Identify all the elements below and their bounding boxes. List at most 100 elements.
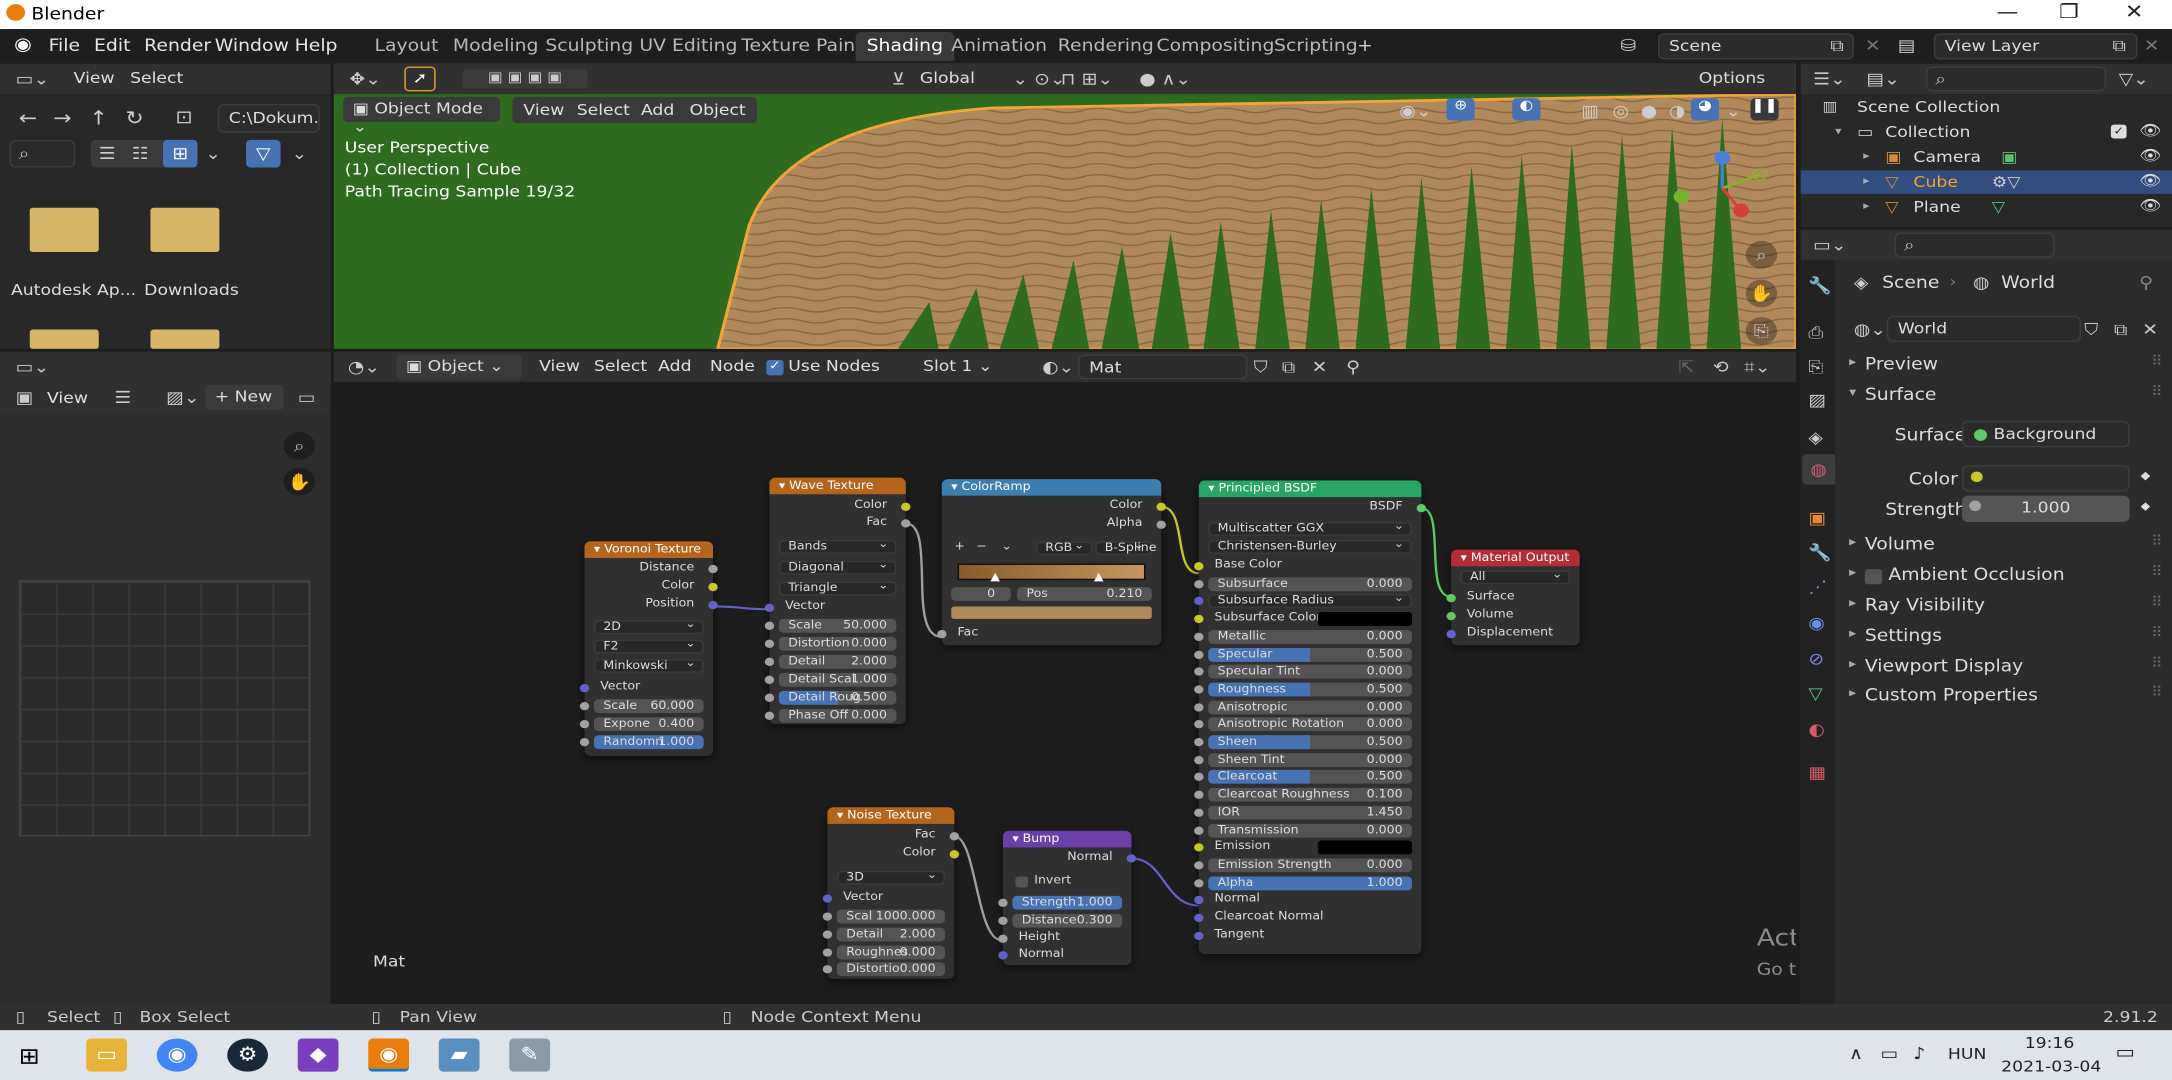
- input-socket[interactable]: [998, 951, 1008, 960]
- output-socket[interactable]: [708, 582, 718, 592]
- folder-icon[interactable]: [150, 207, 220, 252]
- wireframe-shading-icon[interactable]: ◎: [1613, 102, 1629, 119]
- delete-view-layer-icon[interactable]: ✕: [2144, 37, 2160, 54]
- refresh-icon[interactable]: ↻: [125, 109, 143, 128]
- feature-dropdown[interactable]: F2: [593, 638, 704, 654]
- filter-icon[interactable]: ▽: [246, 139, 281, 168]
- pin-icon[interactable]: ⚲: [1346, 359, 1360, 376]
- input-socket[interactable]: [1446, 593, 1456, 603]
- unlink-material-icon[interactable]: ✕: [1312, 359, 1328, 376]
- view-layer-icon[interactable]: ▤: [1898, 37, 1916, 54]
- metric-dropdown[interactable]: Minkowski: [593, 658, 704, 673]
- input-socket[interactable]: [1194, 896, 1204, 905]
- viewport-pan-icon[interactable]: ✋: [1745, 279, 1778, 308]
- snapping-icon[interactable]: ⌗⌄: [1744, 359, 1770, 376]
- input-socket[interactable]: [822, 965, 833, 974]
- noise-detail-slider[interactable]: Detail 2.000: [836, 927, 945, 942]
- back-icon[interactable]: ←: [19, 109, 37, 128]
- color-field[interactable]: ●: [1962, 465, 2130, 492]
- modifier-tab-icon[interactable]: 🔧: [1808, 544, 1831, 561]
- bsdf-slider[interactable]: Transmission 0.000: [1208, 823, 1412, 837]
- input-socket[interactable]: [1194, 562, 1204, 571]
- expand-collection-icon[interactable]: ▾: [1835, 125, 1841, 137]
- blender-taskbar-icon[interactable]: ◉: [368, 1038, 410, 1072]
- expand-plane-icon[interactable]: ▸: [1863, 199, 1869, 211]
- folder-icon[interactable]: [29, 329, 99, 349]
- options-button[interactable]: Options ⌄: [1689, 66, 1786, 105]
- tray-chevron-icon[interactable]: ∧: [1849, 1044, 1863, 1063]
- use-nodes-checkbox[interactable]: ✓: [766, 359, 784, 376]
- orientation-icon[interactable]: ⊻: [892, 71, 906, 88]
- unlink-world-icon[interactable]: ✕: [2142, 321, 2158, 338]
- eye-icon[interactable]: 👁: [2139, 197, 2161, 215]
- panel-collapsed-icon[interactable]: ▸: [1849, 687, 1856, 701]
- new-image-button[interactable]: + New: [205, 384, 284, 410]
- steam-icon[interactable]: ⚙: [227, 1038, 268, 1072]
- input-socket[interactable]: [1194, 878, 1204, 887]
- ramp-interpolation[interactable]: B-Spline: [1095, 540, 1156, 556]
- wave-type-dropdown[interactable]: Bands: [778, 539, 897, 554]
- input-socket[interactable]: [1194, 755, 1204, 764]
- tab-shading[interactable]: Shading: [855, 31, 954, 61]
- blender-menu-icon[interactable]: ◉: [14, 36, 32, 54]
- volume-icon[interactable]: ♪: [1913, 1044, 1925, 1063]
- output-socket[interactable]: [949, 832, 960, 841]
- voronoi-texture-node[interactable]: ▾ Voronoi Texture Distance Color Positio…: [579, 541, 718, 756]
- fake-user-icon[interactable]: ⛉: [2084, 321, 2098, 338]
- image-browse-icon[interactable]: ▨⌄: [166, 389, 200, 406]
- clock-time[interactable]: 19:16: [2025, 1034, 2075, 1052]
- distribution-dropdown[interactable]: Multiscatter GGX: [1208, 521, 1412, 536]
- output-socket[interactable]: [708, 600, 718, 610]
- output-socket[interactable]: [1126, 854, 1137, 863]
- rendered-shading-icon[interactable]: ◕: [1690, 98, 1720, 121]
- output-tab-icon[interactable]: ⎘: [1808, 359, 1823, 376]
- output-socket[interactable]: [708, 564, 718, 574]
- world-tab-icon[interactable]: ◍: [1802, 454, 1836, 485]
- editor-type-icon[interactable]: ▭⌄: [16, 359, 50, 376]
- pivot-icon[interactable]: ⌄ ⊙⌄: [1012, 71, 1065, 88]
- tab-modeling[interactable]: Modeling: [442, 32, 549, 61]
- outliner-filter-icon[interactable]: ▽⌄: [2119, 71, 2149, 88]
- panel-collapsed-icon[interactable]: ▸: [1849, 566, 1856, 580]
- noise-texture-node[interactable]: ▾ Noise Texture Fac Color 3D Vector Scal…: [822, 807, 960, 979]
- subsurface-radius-dropdown[interactable]: Subsurface Radius: [1208, 593, 1412, 609]
- input-socket[interactable]: [822, 930, 833, 939]
- detail-scale-slider[interactable]: Detail Scal 1.000: [778, 672, 897, 687]
- visibility-icon[interactable]: ◉⌄: [1399, 102, 1431, 119]
- expand-camera-icon[interactable]: ▸: [1863, 150, 1869, 162]
- panel-collapsed-icon[interactable]: ▸: [1849, 658, 1856, 672]
- new-folder-icon[interactable]: ⊡: [176, 109, 193, 127]
- output-socket[interactable]: [901, 519, 911, 528]
- maximize-button[interactable]: ❐: [2059, 1, 2079, 23]
- new-view-layer-icon[interactable]: ⧉: [2112, 37, 2125, 54]
- shader-type-select[interactable]: ▣ Object ⌄: [396, 354, 522, 380]
- view-icon[interactable]: ▣: [16, 389, 34, 406]
- input-socket[interactable]: [998, 898, 1008, 907]
- tab-layout[interactable]: Layout: [364, 32, 450, 61]
- file-select-menu[interactable]: Select: [130, 69, 183, 87]
- gizmo-toggle-icon[interactable]: ⊕: [1446, 98, 1475, 121]
- eye-icon[interactable]: 👁: [2139, 147, 2161, 165]
- new-scene-icon[interactable]: ⧉: [1830, 37, 1843, 54]
- panel-expanded-icon[interactable]: ▾: [1849, 386, 1856, 400]
- wave-scale-slider[interactable]: Scale 50.000: [778, 618, 897, 633]
- pause-render-icon[interactable]: ❚❚: [1750, 98, 1779, 121]
- panel-collapsed-icon[interactable]: ▸: [1849, 627, 1856, 641]
- viewport-menu-object[interactable]: Object: [678, 96, 757, 124]
- target-dropdown[interactable]: All: [1460, 569, 1571, 585]
- thumbnails-icon[interactable]: ⊞: [162, 139, 198, 168]
- input-socket[interactable]: [764, 639, 775, 648]
- noise-distortion-slider[interactable]: Distortio 0.000: [836, 962, 945, 977]
- input-socket[interactable]: [1194, 913, 1204, 923]
- shading-dropdown-icon[interactable]: ⌄: [1725, 102, 1741, 119]
- panel-preview[interactable]: ▸ Preview ⠿: [1846, 353, 2172, 383]
- input-socket[interactable]: [1194, 737, 1204, 747]
- outliner-item-collection[interactable]: Collection: [1885, 123, 1970, 141]
- panel-ray-visibility[interactable]: ▸ Ray Visibility ⠿: [1846, 594, 2172, 624]
- node-menu-view[interactable]: View: [539, 357, 580, 375]
- tab-animation[interactable]: Animation: [940, 32, 1058, 61]
- camera-view-icon[interactable]: ⎘: [1745, 317, 1778, 345]
- 3d-viewport-area[interactable]: ✥⌄ ➚ ▣ ▣ ▣ ▣ ⊻ Global ⌄ ⊙⌄ ⊓ ⊞⌄ ● ∧⌄ Opt…: [333, 63, 1796, 349]
- invert-checkbox[interactable]: [1015, 876, 1029, 888]
- menu-help[interactable]: Help: [295, 36, 338, 55]
